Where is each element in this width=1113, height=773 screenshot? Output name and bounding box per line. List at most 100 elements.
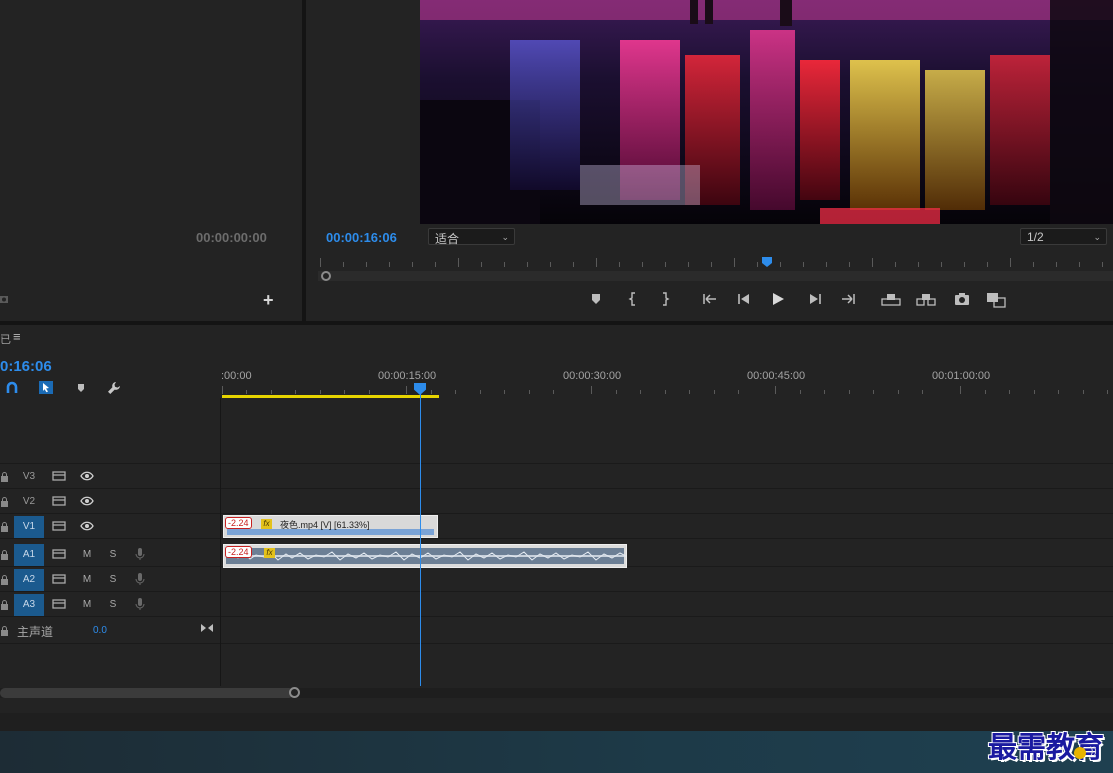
program-time-ruler[interactable] — [318, 256, 1113, 270]
lock-icon[interactable] — [0, 600, 10, 610]
add-marker-icon[interactable] — [75, 382, 87, 394]
source-timecode[interactable]: 00:00:00:00 — [196, 230, 267, 245]
solo-button[interactable]: S — [106, 573, 120, 587]
track-row-v2: V2 — [0, 490, 1113, 514]
ruler-tick — [714, 390, 715, 394]
video-clip[interactable]: -2.24 fx 夜色.mp4 [V] [61.33%] — [223, 515, 438, 538]
sync-lock-icon[interactable] — [52, 495, 66, 509]
export-frame-icon[interactable] — [953, 292, 971, 310]
resolution-dropdown[interactable]: 1/2 ⌄ — [1020, 228, 1107, 245]
microphone-icon[interactable] — [133, 597, 147, 611]
desktop-background — [0, 731, 1113, 773]
track-label-a1[interactable]: A1 — [14, 544, 44, 566]
linked-selection-icon[interactable] — [38, 380, 54, 395]
sync-lock-icon[interactable] — [52, 470, 66, 484]
eye-icon[interactable] — [80, 520, 94, 534]
lock-icon[interactable] — [0, 522, 10, 532]
sync-lock-icon[interactable] — [52, 598, 66, 612]
mute-button[interactable]: M — [80, 548, 94, 562]
solo-button[interactable]: S — [106, 598, 120, 612]
mark-in-icon[interactable] — [624, 292, 642, 310]
fx-badge[interactable]: fx — [261, 519, 272, 529]
track-label-v1[interactable]: V1 — [14, 516, 44, 538]
track-label-v2[interactable]: V2 — [14, 491, 44, 513]
source-monitor-panel: 00:00:00:00 + — [0, 0, 302, 321]
mute-button[interactable]: M — [80, 573, 94, 587]
ruler-tick — [1079, 262, 1080, 267]
go-to-in-icon[interactable] — [701, 292, 719, 310]
scrollbar-zoom-handle[interactable] — [289, 687, 300, 698]
track-label-a3[interactable]: A3 — [14, 594, 44, 616]
speaker-icon[interactable]: )) — [1090, 746, 1097, 757]
insert-overlay-icon[interactable] — [986, 292, 1006, 310]
speed-badge: -2.24 — [225, 517, 252, 529]
lock-icon[interactable] — [0, 472, 10, 482]
sync-lock-icon[interactable] — [52, 573, 66, 587]
track-label-a2[interactable]: A2 — [14, 569, 44, 591]
snap-icon[interactable] — [5, 381, 19, 395]
timeline-tab-label[interactable]: 已 — [0, 331, 11, 347]
program-timecode[interactable]: 00:00:16:06 — [326, 230, 397, 245]
ruler-tick — [734, 258, 735, 267]
status-bar — [0, 713, 1113, 731]
fx-badge[interactable]: fx — [264, 548, 275, 558]
ruler-tick — [591, 386, 592, 394]
ruler-tick — [803, 262, 804, 267]
ruler-tick — [246, 390, 247, 394]
step-back-icon[interactable] — [735, 292, 753, 310]
sync-lock-icon[interactable] — [52, 548, 66, 562]
track-header-divider[interactable] — [220, 398, 221, 686]
eye-icon[interactable] — [80, 495, 94, 509]
sync-lock-icon[interactable] — [52, 520, 66, 534]
ruler-tick — [504, 390, 505, 394]
play-icon[interactable] — [769, 292, 787, 310]
scrollbar-thumb[interactable] — [0, 688, 294, 698]
tray-icon[interactable] — [1074, 747, 1086, 759]
zoom-handle[interactable] — [321, 271, 331, 281]
lift-icon[interactable] — [881, 292, 901, 310]
microphone-icon[interactable] — [133, 547, 147, 561]
ruler-tick — [550, 262, 551, 267]
lock-icon[interactable] — [0, 497, 10, 507]
ruler-tick — [553, 390, 554, 394]
ruler-tick — [775, 386, 776, 394]
timeline-current-time[interactable]: 0:16:06 — [0, 358, 52, 375]
wrench-icon[interactable] — [106, 380, 122, 396]
ruler-label: 00:00:45:00 — [747, 370, 806, 382]
solo-button[interactable]: S — [106, 548, 120, 562]
fit-dropdown[interactable]: 适合 ⌄ — [428, 228, 515, 246]
microphone-icon[interactable] — [133, 572, 147, 586]
ruler-tick — [918, 262, 919, 267]
mute-button[interactable]: M — [80, 598, 94, 612]
ruler-label: 00:00:30:00 — [563, 370, 622, 382]
eye-icon[interactable] — [80, 470, 94, 484]
mark-out-icon[interactable] — [656, 292, 674, 310]
track-spacer — [0, 398, 1113, 464]
master-volume-value[interactable]: 0.0 — [93, 625, 107, 636]
ruler-tick — [527, 262, 528, 267]
program-zoom-scrollbar[interactable] — [318, 271, 1113, 281]
ruler-tick — [711, 262, 712, 267]
lock-icon[interactable] — [0, 626, 10, 636]
timeline-time-ruler[interactable]: :00:00 00:00:15:00 00:00:30:00 00:00:45:… — [221, 366, 1113, 398]
ruler-tick — [689, 390, 690, 394]
add-button[interactable]: + — [263, 291, 277, 309]
go-to-end-icon[interactable] — [200, 622, 214, 634]
lock-icon[interactable] — [0, 550, 10, 560]
ruler-tick — [619, 262, 620, 267]
go-to-out-icon[interactable] — [839, 292, 857, 310]
ruler-label: :00:00 — [221, 370, 252, 382]
marker-icon[interactable] — [587, 292, 605, 310]
panel-menu-icon[interactable]: ≡ — [13, 329, 21, 344]
extract-icon[interactable] — [916, 292, 936, 310]
track-row-master: 主声道 0.0 — [0, 618, 1113, 644]
ruler-tick — [1058, 390, 1059, 394]
step-forward-icon[interactable] — [806, 292, 824, 310]
ruler-tick — [872, 258, 873, 267]
audio-clip[interactable]: -2.24 fx — [223, 544, 627, 568]
ruler-tick — [366, 262, 367, 267]
track-label-v3[interactable]: V3 — [14, 466, 44, 488]
camera-icon[interactable] — [0, 294, 10, 304]
lock-icon[interactable] — [0, 575, 10, 585]
playhead-line[interactable] — [420, 394, 421, 686]
